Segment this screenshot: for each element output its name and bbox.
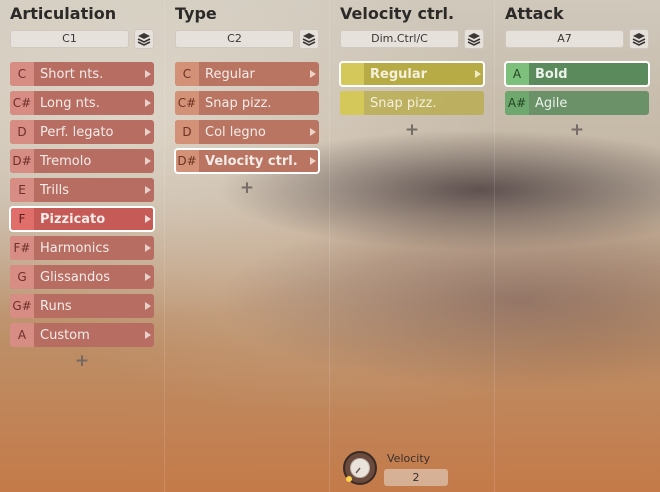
slot-perf-legato[interactable]: D Perf. legato [10,120,154,144]
velocity-ctrl-selector[interactable]: Dim.Ctrl/C [340,30,459,48]
slot-key: E [10,178,34,202]
plus-icon[interactable]: + [567,120,587,140]
triangle-right-icon[interactable] [472,62,484,86]
slot-short-notes[interactable]: C Short nts. [10,62,154,86]
slot-regular[interactable]: Regular [339,61,485,87]
type-column: Type C2 C Regular C# Snap pizz. D Col le… [165,0,330,492]
slot-label: Regular [370,66,428,82]
slot-label: Pizzicato [40,211,106,227]
slot-label: Glissandos [40,269,111,285]
slot-key: F# [10,236,34,260]
slot-key [340,91,364,115]
slot-label: Runs [40,298,72,314]
layers-icon[interactable] [464,29,484,49]
slot-runs[interactable]: G# Runs [10,294,154,318]
slot-key: A [505,62,529,86]
slot-label: Harmonics [40,240,110,256]
slot-long-notes[interactable]: C# Long nts. [10,91,154,115]
slot-agile[interactable]: A# Agile [505,91,649,115]
slot-glissandos[interactable]: G Glissandos [10,265,154,289]
plus-icon[interactable]: + [72,351,92,371]
velocity-label: Velocity [387,452,431,465]
slot-key: D [10,120,34,144]
slot-label: Perf. legato [40,124,114,140]
attack-selector[interactable]: A7 [505,30,624,48]
triangle-right-icon[interactable] [142,265,154,289]
type-selector[interactable]: C2 [175,30,294,48]
slot-label: Tremolo [40,153,92,169]
slot-label: Col legno [205,124,266,140]
slot-label: Regular [205,66,255,82]
slot-key: A [10,323,34,347]
slot-snap-pizz[interactable]: C# Snap pizz. [175,91,319,115]
slot-key: C# [175,91,199,115]
triangle-right-icon[interactable] [142,149,154,173]
slot-label: Snap pizz. [370,95,437,111]
velocity-value-field[interactable]: 2 [384,469,448,486]
slot-key: D# [10,149,34,173]
slot-key: C# [10,91,34,115]
slot-key: D [175,120,199,144]
triangle-right-icon[interactable] [142,120,154,144]
slot-trills[interactable]: E Trills [10,178,154,202]
triangle-right-icon[interactable] [142,62,154,86]
slot-key: F [10,207,34,231]
triangle-right-icon[interactable] [307,120,319,144]
layers-icon[interactable] [629,29,649,49]
slot-key: G [10,265,34,289]
column-title: Attack [505,4,564,23]
knob-cap [350,458,370,478]
slot-label: Bold [535,66,568,82]
slot-label: Trills [40,182,69,198]
attack-column: Attack A7 A Bold A# Agile + [495,0,660,492]
slot-pizzicato[interactable]: F Pizzicato [9,206,155,232]
triangle-right-icon[interactable] [142,178,154,202]
knob-indicator-dot [346,476,352,482]
slot-tremolo[interactable]: D# Tremolo [10,149,154,173]
slot-velocity-ctrl[interactable]: D# Velocity ctrl. [174,148,320,174]
articulation-column: Articulation C1 C Short nts. C# Long nts… [0,0,165,492]
slot-label: Snap pizz. [205,95,272,111]
slot-label: Long nts. [40,95,100,111]
slot-key: D# [175,149,199,173]
slot-key: C [175,62,199,86]
column-title: Velocity ctrl. [340,4,455,23]
layers-icon[interactable] [299,29,319,49]
triangle-right-icon[interactable] [142,294,154,318]
slot-harmonics[interactable]: F# Harmonics [10,236,154,260]
triangle-right-icon[interactable] [142,91,154,115]
slot-label: Custom [40,327,90,343]
slot-key: C [10,62,34,86]
slot-snap-pizz[interactable]: Snap pizz. [340,91,484,115]
column-title: Articulation [10,4,117,23]
articulation-selector[interactable]: C1 [10,30,129,48]
slot-key [340,62,364,86]
triangle-right-icon[interactable] [307,149,319,173]
triangle-right-icon[interactable] [142,323,154,347]
slot-key: G# [10,294,34,318]
slot-label: Short nts. [40,66,104,82]
plus-icon[interactable]: + [237,178,257,198]
slot-regular[interactable]: C Regular [175,62,319,86]
slot-custom[interactable]: A Custom [10,323,154,347]
slot-col-legno[interactable]: D Col legno [175,120,319,144]
slot-label: Velocity ctrl. [205,153,298,169]
layers-icon[interactable] [134,29,154,49]
plus-icon[interactable]: + [402,120,422,140]
slot-key: A# [505,91,529,115]
velocity-ctrl-column: Velocity ctrl. Dim.Ctrl/C Regular Snap p… [330,0,495,492]
slot-bold[interactable]: A Bold [504,61,650,87]
triangle-right-icon[interactable] [142,236,154,260]
velocity-knob[interactable] [343,451,377,485]
triangle-right-icon[interactable] [307,62,319,86]
triangle-right-icon[interactable] [142,207,154,231]
slot-label: Agile [535,95,568,111]
column-title: Type [175,4,217,23]
